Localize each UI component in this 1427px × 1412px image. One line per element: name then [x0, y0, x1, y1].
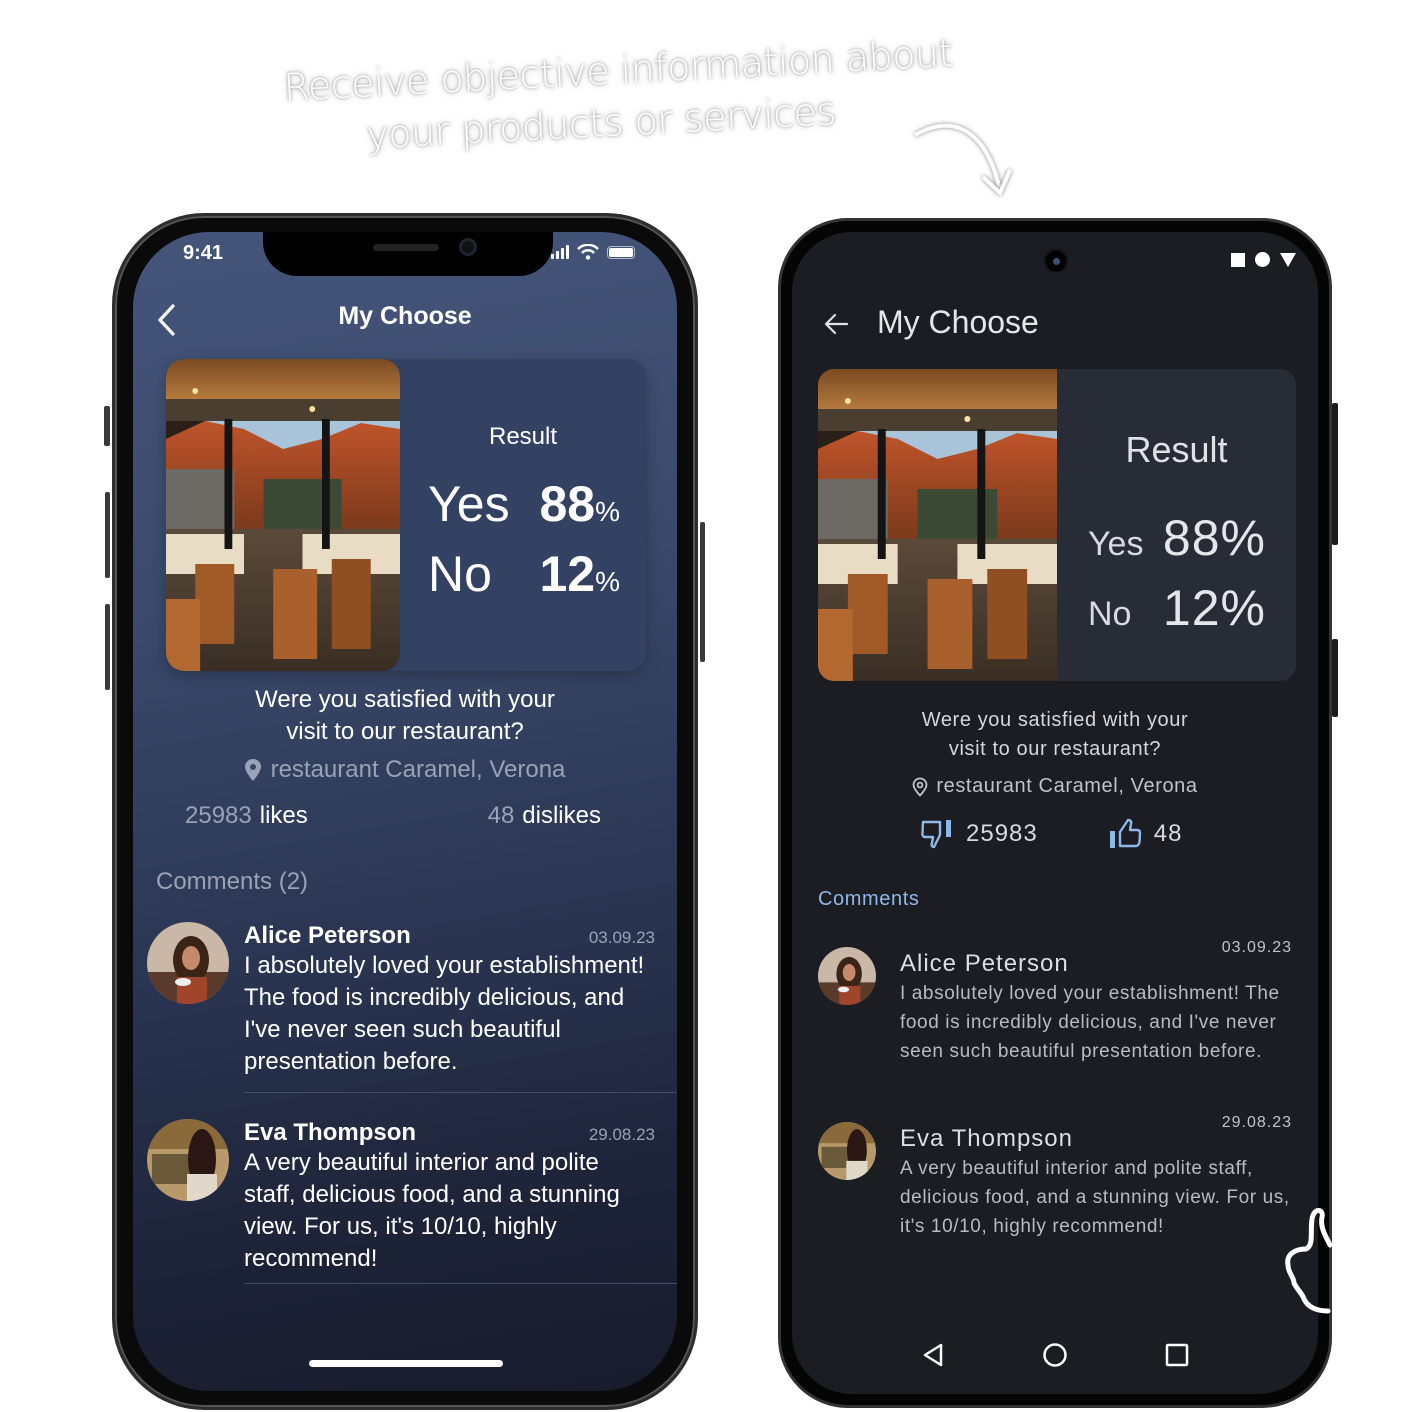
yes-value: 88%: [539, 476, 620, 532]
location-text: restaurant Caramel, Verona: [936, 775, 1198, 797]
result-card: Result Yes 88% No 12%: [818, 369, 1296, 681]
restaurant-photo: [818, 369, 1057, 681]
survey-question: Were you satisfied with your visit to ou…: [921, 709, 1189, 760]
android-nav-bar: [792, 1342, 1318, 1368]
front-camera: [459, 238, 477, 256]
home-indicator[interactable]: [309, 1360, 503, 1367]
volume-up-button: [105, 492, 110, 578]
mute-switch: [104, 406, 110, 446]
no-label: No: [428, 546, 492, 602]
volume-down-button: [105, 604, 110, 690]
comment-text: A very beautiful interior and polite sta…: [900, 1158, 1290, 1237]
dislike-count: 25983: [966, 820, 1038, 847]
no-row: No 12%: [1088, 579, 1266, 637]
result-card: Result Yes 88% No 12%: [166, 359, 646, 671]
thumbs-up-icon: [1109, 818, 1141, 848]
status-icons: [551, 244, 635, 260]
front-camera: [1044, 249, 1068, 273]
map-pin-icon: [912, 777, 928, 797]
yes-value: 88%: [1162, 510, 1266, 566]
wifi-icon: [577, 244, 599, 260]
speaker: [373, 244, 439, 251]
no-value: 12%: [1162, 580, 1266, 636]
comment-text: I absolutely loved your establishment! T…: [244, 952, 645, 1075]
location: restaurant Caramel, Verona: [792, 775, 1318, 798]
iphone-device: 9:41 My Choose Result Yes 88% No 12% Wer…: [104, 213, 705, 1410]
location: restaurant Caramel, Verona: [133, 756, 677, 784]
status-time: 9:41: [183, 242, 224, 264]
dislike-button[interactable]: 25983: [920, 818, 1038, 850]
comments-heading: Comments: [818, 888, 920, 910]
comment-date: 03.09.23: [588, 928, 655, 947]
vote-stats: 25983 likes 48 dislikes: [185, 802, 601, 830]
thumbs-up-hand-icon: [1285, 1208, 1333, 1314]
like-button[interactable]: 48: [1108, 818, 1183, 850]
curved-arrow-icon: [914, 123, 1012, 197]
yes-row: Yes 88%: [1088, 509, 1266, 567]
comment-date: 29.08.23: [1221, 1114, 1292, 1131]
avatar: [147, 922, 229, 1004]
thumbs-down-icon: [921, 820, 951, 849]
back-arrow-icon[interactable]: [822, 310, 850, 338]
page-title: My Choose: [338, 302, 472, 330]
nav-back-icon[interactable]: [921, 1342, 945, 1368]
map-pin-icon: [244, 759, 261, 781]
vote-stats: 25983 48: [920, 818, 1182, 850]
power-button: [1332, 639, 1338, 717]
status-icons: [1231, 252, 1296, 267]
notch: [263, 232, 553, 276]
survey-question: Were you satisfied with your visit to ou…: [255, 686, 555, 745]
no-row: No 12%: [428, 545, 620, 603]
divider: [244, 1283, 677, 1284]
avatar: [147, 1119, 229, 1201]
comment-date: 29.08.23: [588, 1125, 655, 1144]
android-screen: My Choose Result Yes 88% No 12% Were you…: [792, 232, 1318, 1394]
no-label: No: [1088, 595, 1132, 633]
circle-status-icon: [1255, 252, 1270, 267]
divider: [244, 1092, 677, 1093]
android-device: My Choose Result Yes 88% No 12% Were you…: [778, 218, 1338, 1408]
like-count: 48: [1153, 820, 1183, 847]
avatar: [818, 947, 876, 1005]
result-label: Result: [1125, 429, 1228, 470]
yes-row: Yes 88%: [428, 475, 620, 533]
no-value: 12%: [539, 546, 620, 602]
likes-stat[interactable]: 25983 likes: [185, 802, 308, 830]
volume-button: [1332, 403, 1338, 545]
battery-icon: [607, 245, 635, 259]
restaurant-photo: [166, 359, 400, 671]
promo-headline: Receive objective information about your…: [277, 26, 962, 165]
page-title: My Choose: [877, 304, 1039, 340]
yes-label: Yes: [1088, 525, 1144, 563]
comment-text: A very beautiful interior and polite sta…: [244, 1149, 620, 1272]
nav-home-icon[interactable]: [1042, 1342, 1068, 1368]
nav-recents-icon[interactable]: [1165, 1343, 1189, 1367]
comment-date: 03.09.23: [1221, 939, 1292, 956]
yes-label: Yes: [428, 476, 510, 532]
dislikes-stat[interactable]: 48 dislikes: [488, 802, 601, 830]
result-label: Result: [488, 423, 558, 450]
comments-heading: Comments (2): [156, 868, 309, 895]
power-button: [700, 522, 705, 662]
location-text: restaurant Caramel, Verona: [270, 756, 566, 783]
avatar: [818, 1122, 876, 1180]
signal-icon: [551, 245, 569, 259]
ios-screen: 9:41 My Choose Result Yes 88% No 12% Wer…: [133, 232, 677, 1391]
triangle-status-icon: [1280, 252, 1296, 267]
comment-text: I absolutely loved your establishment! T…: [900, 983, 1280, 1062]
square-status-icon: [1231, 252, 1245, 267]
